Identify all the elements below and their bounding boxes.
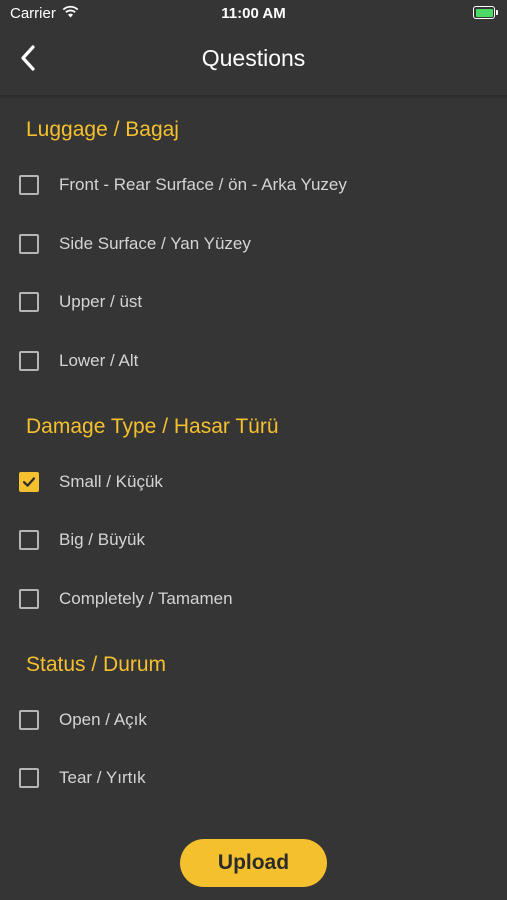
checkbox[interactable] — [19, 710, 39, 730]
option-label: Lower / Alt — [59, 351, 139, 370]
status-bar: Carrier 11:00 AM — [0, 0, 507, 28]
option-label: Side Surface / Yan Yüzey — [59, 234, 251, 253]
checkbox[interactable] — [19, 234, 39, 254]
option-front-rear-surface[interactable]: Front - Rear Surface / ön - Arka Yuzey — [19, 170, 347, 200]
battery-icon — [473, 6, 498, 19]
section-title-damage-type: Damage Type / Hasar Türü — [26, 415, 279, 438]
section-title-status: Status / Durum — [26, 653, 167, 676]
checkmark-icon — [22, 477, 36, 487]
option-label: Small / Küçük — [59, 472, 163, 491]
battery-cap — [496, 10, 498, 15]
checkbox[interactable] — [19, 292, 39, 312]
checkbox[interactable] — [19, 351, 39, 371]
checkbox[interactable] — [19, 768, 39, 788]
checkbox[interactable] — [19, 589, 39, 609]
checkbox[interactable] — [19, 175, 39, 195]
battery-level — [475, 8, 493, 17]
navigation-bar: Questions — [0, 28, 507, 96]
option-lower[interactable]: Lower / Alt — [19, 346, 138, 376]
option-tear[interactable]: Tear / Yırtık — [19, 763, 146, 793]
status-time: 11:00 AM — [221, 5, 286, 22]
option-small[interactable]: Small / Küçük — [19, 467, 163, 497]
option-label: Tear / Yırtık — [59, 768, 146, 787]
option-open[interactable]: Open / Açık — [19, 705, 147, 735]
option-label: Front - Rear Surface / ön - Arka Yuzey — [59, 175, 347, 194]
upload-button[interactable]: Upload — [180, 839, 327, 887]
option-completely[interactable]: Completely / Tamamen — [19, 584, 233, 614]
option-label: Completely / Tamamen — [59, 589, 233, 608]
checkbox[interactable] — [19, 472, 39, 492]
option-big[interactable]: Big / Büyük — [19, 525, 145, 555]
option-label: Upper / üst — [59, 292, 143, 311]
option-upper[interactable]: Upper / üst — [19, 287, 142, 317]
checkbox[interactable] — [19, 530, 39, 550]
page-title: Questions — [201, 45, 306, 71]
option-side-surface[interactable]: Side Surface / Yan Yüzey — [19, 229, 251, 259]
option-label: Open / Açık — [59, 710, 147, 729]
option-label: Big / Büyük — [59, 530, 145, 549]
section-title-luggage: Luggage / Bagaj — [26, 118, 179, 141]
